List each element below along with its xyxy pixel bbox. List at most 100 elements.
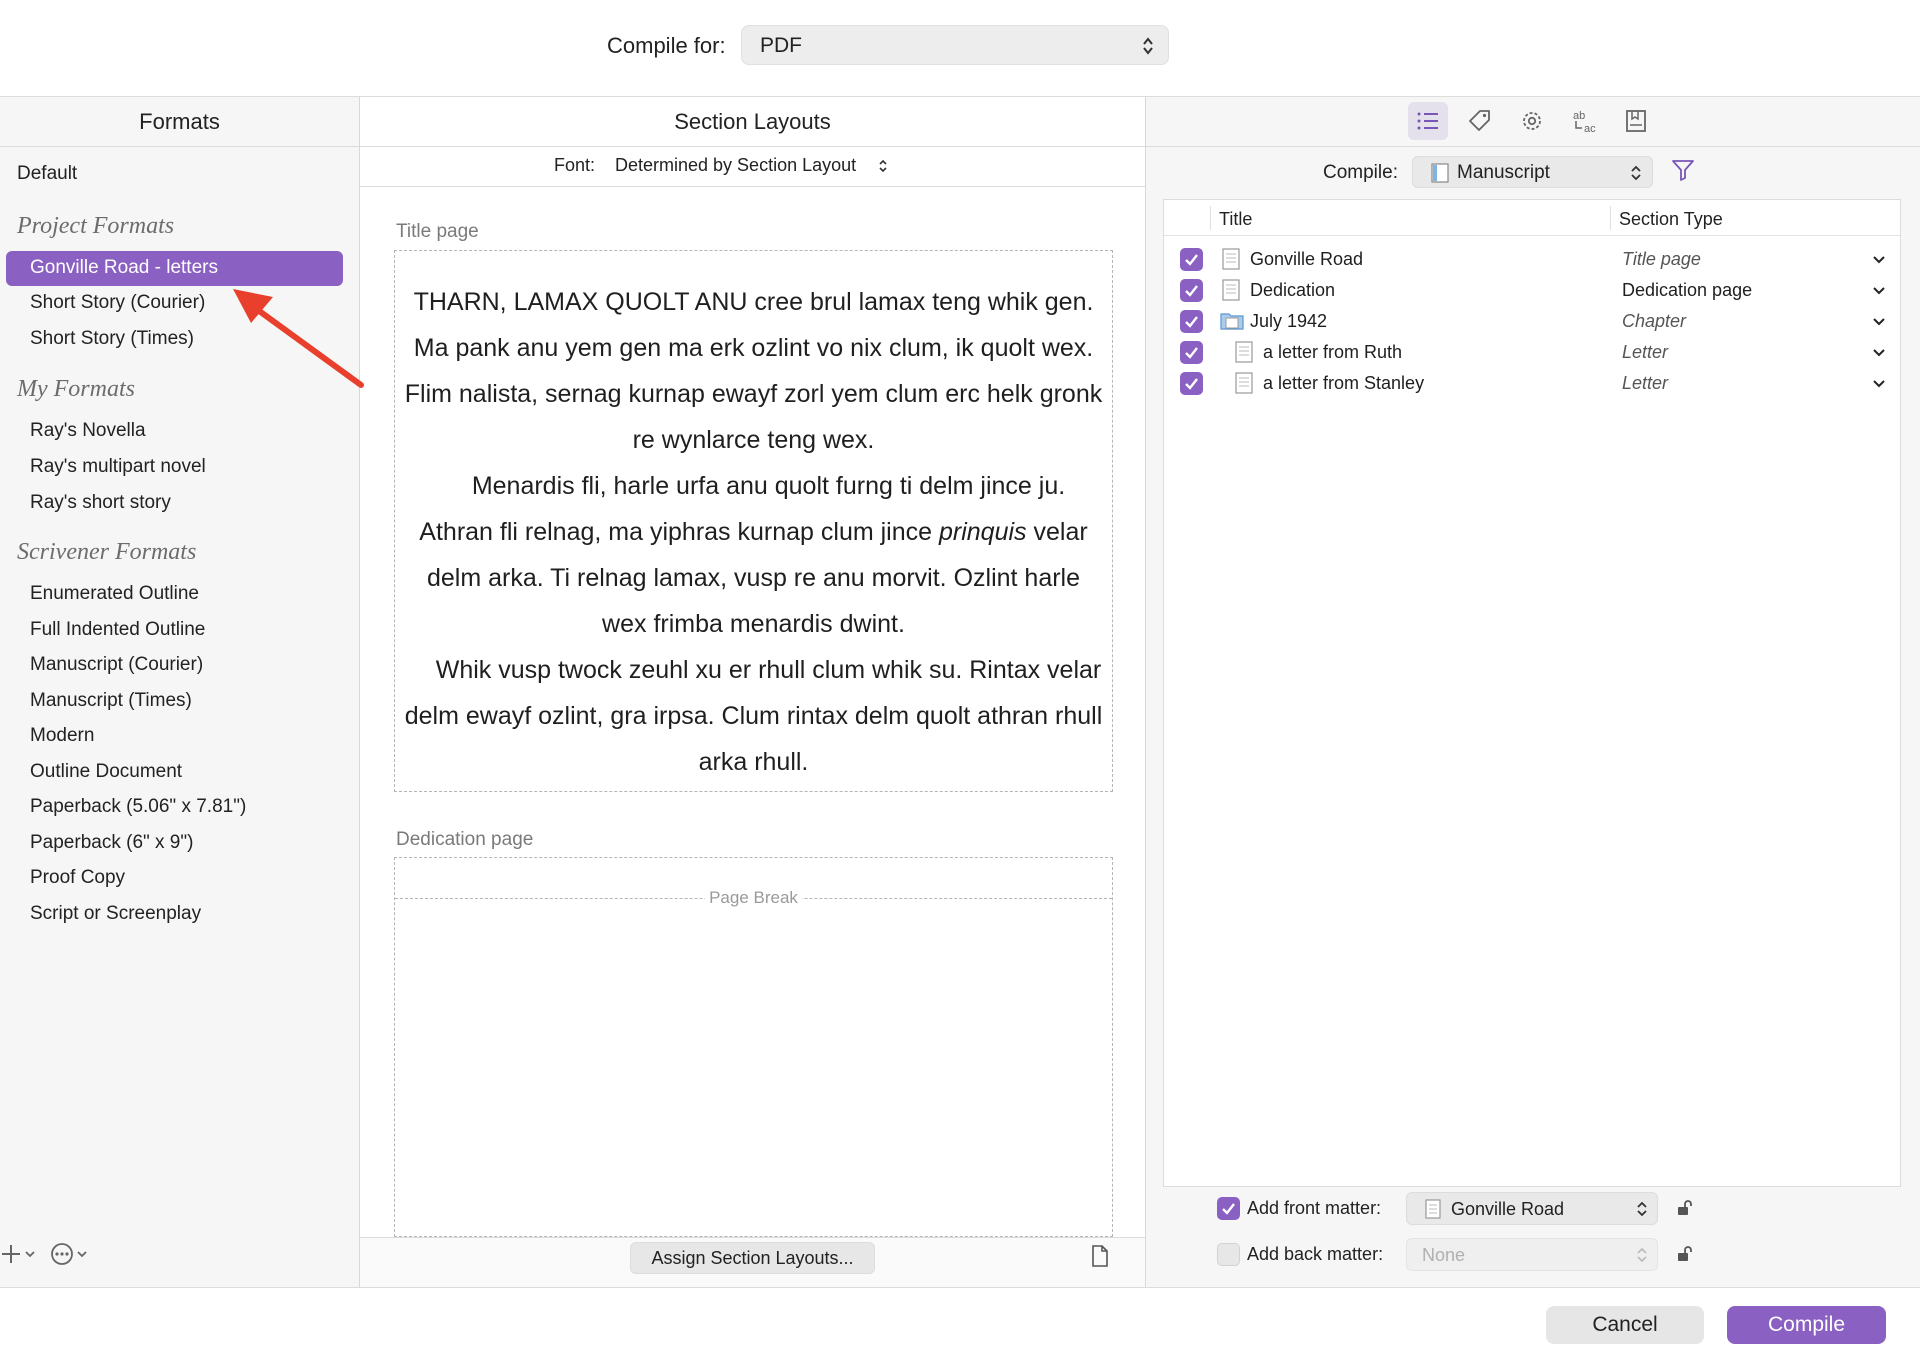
section-type-popup[interactable]: Dedication page	[1622, 280, 1752, 301]
format-item[interactable]: Script or Screenplay	[30, 903, 201, 925]
plus-icon[interactable]	[2, 1242, 36, 1273]
compile-for-bar: Compile for: PDF	[0, 0, 1920, 97]
svg-text:ab: ab	[1573, 110, 1585, 122]
replace-text-icon[interactable]: ab ac	[1564, 102, 1604, 140]
row-title: July 1942	[1250, 311, 1328, 331]
compile-button[interactable]: Compile	[1727, 1306, 1886, 1344]
outline-row[interactable]: Dedication Dedication page	[1164, 275, 1900, 305]
tag-icon[interactable]	[1460, 102, 1500, 140]
unlock-icon[interactable]	[1676, 1245, 1694, 1268]
document-icon	[1235, 372, 1253, 399]
formats-bottom-bar	[0, 1242, 359, 1284]
section-layouts-bottom-bar: Assign Section Layouts...	[360, 1237, 1145, 1287]
section-type-popup[interactable]: Letter	[1622, 342, 1668, 363]
column-divider	[1610, 206, 1611, 230]
dedication-page-label: Dedication page	[396, 829, 534, 850]
chevron-updown-icon	[1630, 164, 1642, 184]
outline-row[interactable]: a letter from Ruth Letter	[1164, 337, 1900, 367]
format-item[interactable]: Short Story (Courier)	[30, 292, 205, 314]
assign-section-layouts-button[interactable]: Assign Section Layouts...	[630, 1242, 875, 1274]
formats-header: Formats	[0, 97, 359, 147]
formats-title: Formats	[139, 109, 220, 134]
manuscript-icon	[1431, 163, 1449, 188]
column-header-section-type[interactable]: Section Type	[1619, 209, 1723, 230]
format-item[interactable]: Enumerated Outline	[30, 583, 199, 605]
outline-row[interactable]: a letter from Stanley Letter	[1164, 368, 1900, 398]
format-item-label: Gonville Road - letters	[30, 257, 218, 278]
section-type-popup[interactable]: Title page	[1622, 249, 1701, 270]
back-matter-popup: None	[1406, 1238, 1658, 1271]
back-matter-label: Add back matter:	[1247, 1244, 1384, 1264]
compile-group-value: Manuscript	[1457, 162, 1550, 183]
compile-for-label: Compile for:	[607, 33, 726, 58]
include-checkbox[interactable]	[1180, 279, 1203, 302]
format-item[interactable]: Manuscript (Times)	[30, 690, 192, 712]
compile-contents-panel: ab ac Compile: Manuscript Title Section T…	[1146, 97, 1920, 1287]
outline-row[interactable]: July 1942 Chapter	[1164, 306, 1900, 336]
format-item[interactable]: Ray's short story	[30, 492, 171, 514]
format-item[interactable]: Ray's Novella	[30, 420, 146, 442]
chevron-updown-icon	[1142, 36, 1154, 56]
font-label: Font:	[554, 155, 596, 175]
compile-for-popup[interactable]: PDF	[741, 25, 1169, 65]
front-matter-popup[interactable]: Gonville Road	[1406, 1192, 1658, 1225]
bookmark-doc-icon[interactable]	[1616, 102, 1656, 140]
chevron-down-icon[interactable]	[1872, 376, 1886, 394]
document-icon	[1222, 279, 1240, 306]
compile-toolbar: ab ac	[1146, 97, 1920, 147]
format-group-project: Project Formats	[17, 213, 175, 239]
back-matter-row: Add back matter: None	[1146, 1238, 1920, 1272]
format-item[interactable]: Modern	[30, 725, 94, 747]
chevron-updown-icon[interactable]	[878, 158, 890, 178]
font-popup[interactable]: Determined by Section Layout	[615, 155, 856, 176]
compile-group-popup[interactable]: Manuscript	[1412, 156, 1653, 188]
back-matter-checkbox[interactable]	[1217, 1243, 1240, 1266]
format-item[interactable]: Manuscript (Courier)	[30, 654, 203, 676]
cancel-button[interactable]: Cancel	[1546, 1306, 1704, 1344]
section-type-popup[interactable]: Letter	[1622, 373, 1668, 394]
section-layouts-panel: Section Layouts Font: Determined by Sect…	[360, 97, 1146, 1287]
chevron-down-icon[interactable]	[1872, 252, 1886, 270]
format-item[interactable]: Ray's multipart novel	[30, 456, 206, 478]
preview-paragraph: THARN, LAMAX QUOLT ANU cree brul lamax t…	[404, 288, 1103, 454]
section-type-popup[interactable]: Chapter	[1622, 311, 1686, 332]
front-matter-checkbox[interactable]	[1217, 1197, 1240, 1220]
include-checkbox[interactable]	[1180, 248, 1203, 271]
outline-row[interactable]: Gonville Road Title page	[1164, 244, 1900, 274]
document-icon[interactable]	[1090, 1244, 1110, 1273]
preview-paragraph: Menardis fli, harle urfa anu quolt furng…	[419, 472, 1088, 638]
format-item[interactable]: Short Story (Times)	[30, 328, 194, 350]
format-item[interactable]: Paperback (5.06" x 7.81")	[30, 796, 246, 818]
list-icon[interactable]	[1408, 102, 1448, 140]
column-header-title[interactable]: Title	[1219, 209, 1252, 230]
front-matter-label: Add front matter:	[1247, 1198, 1382, 1218]
format-group-scrivener: Scrivener Formats	[17, 539, 197, 565]
include-checkbox[interactable]	[1180, 341, 1203, 364]
chevron-down-icon[interactable]	[1872, 345, 1886, 363]
title-page-preview[interactable]: THARN, LAMAX QUOLT ANU cree brul lamax t…	[394, 250, 1113, 792]
chevron-down-icon[interactable]	[1872, 283, 1886, 301]
row-title: Dedication	[1250, 280, 1336, 300]
document-icon	[1222, 248, 1240, 275]
format-item[interactable]: Paperback (6" x 9")	[30, 832, 193, 854]
chevron-updown-icon	[1636, 1200, 1648, 1220]
include-checkbox[interactable]	[1180, 310, 1203, 333]
ellipsis-circle-icon[interactable]	[50, 1242, 92, 1273]
chevron-down-icon[interactable]	[1872, 314, 1886, 332]
font-row: Font: Determined by Section Layout	[360, 147, 1145, 187]
back-matter-value: None	[1422, 1245, 1466, 1265]
format-item[interactable]: Full Indented Outline	[30, 619, 205, 641]
dedication-page-preview[interactable]: Page Break	[394, 857, 1113, 1237]
filter-icon[interactable]	[1671, 159, 1695, 186]
svg-text:ac: ac	[1584, 123, 1596, 135]
row-title: a letter from Stanley	[1263, 373, 1425, 393]
include-checkbox[interactable]	[1180, 372, 1203, 395]
unlock-icon[interactable]	[1676, 1199, 1694, 1222]
dialog-footer: Cancel Compile	[0, 1287, 1920, 1365]
format-item[interactable]: Outline Document	[30, 761, 182, 783]
format-item-default[interactable]: Default	[17, 163, 77, 185]
format-item[interactable]: Proof Copy	[30, 867, 125, 889]
gear-icon[interactable]	[1512, 102, 1552, 140]
front-matter-value: Gonville Road	[1451, 1199, 1565, 1219]
format-group-my: My Formats	[17, 376, 135, 402]
